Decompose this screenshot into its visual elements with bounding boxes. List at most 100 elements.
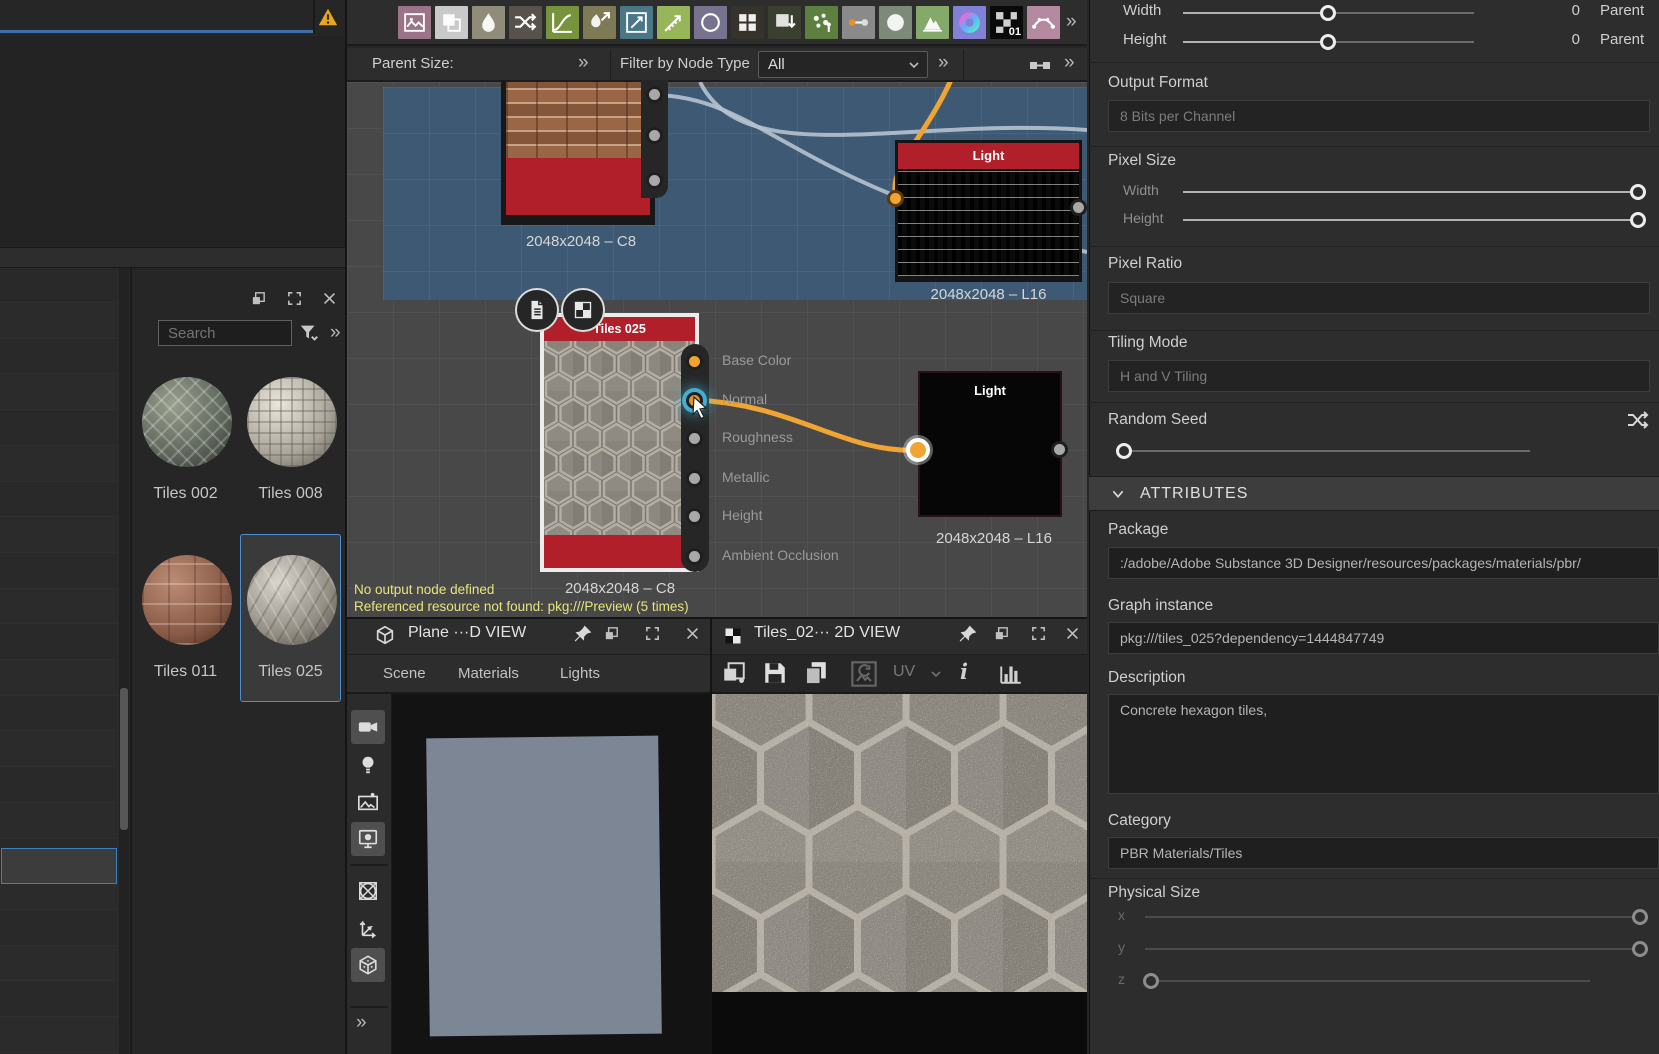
toolbar-icon-warp[interactable] <box>620 6 653 39</box>
prop-height-slider[interactable] <box>1183 41 1474 43</box>
output-port-roughness[interactable] <box>686 430 703 447</box>
toolbar-icon-blur[interactable] <box>472 6 505 39</box>
explorer-row[interactable] <box>0 589 118 624</box>
toolbar-icon-directional-blur[interactable] <box>583 6 616 39</box>
toolbar-icon-transform[interactable] <box>657 6 690 39</box>
filter-overflow[interactable]: » <box>938 52 947 74</box>
view3d-viewport[interactable] <box>392 694 710 1054</box>
explorer-row[interactable] <box>0 518 118 553</box>
library-item-tiles-025[interactable]: Tiles 025 <box>240 534 341 702</box>
toolbar-icon-curve-editor[interactable] <box>1027 6 1060 39</box>
explorer-row[interactable] <box>0 375 118 410</box>
view3d-float-button[interactable] <box>603 625 620 642</box>
toolbar-icon-blend[interactable] <box>435 6 468 39</box>
explorer-row[interactable] <box>0 696 118 731</box>
library-item-tiles-011[interactable]: Tiles 011 <box>135 534 236 702</box>
uv-dropdown[interactable]: UV <box>893 663 915 681</box>
explorer-row[interactable] <box>0 661 118 696</box>
prop-width-slider[interactable] <box>1183 12 1474 14</box>
output-format-field[interactable]: 8 Bits per Channel <box>1108 100 1650 132</box>
view2d-float-button[interactable] <box>993 625 1010 642</box>
prop-height-value[interactable]: 0 <box>1540 31 1580 48</box>
library-close-button[interactable] <box>321 290 338 307</box>
explorer-row[interactable] <box>0 768 118 803</box>
new-view-icon[interactable] <box>721 660 747 686</box>
output-port[interactable] <box>646 127 663 144</box>
view3d-toolbar-overflow[interactable]: » <box>356 1012 365 1034</box>
output-port[interactable] <box>646 172 663 189</box>
parent-size-overflow[interactable]: » <box>578 52 587 74</box>
explorer-row[interactable] <box>0 911 118 946</box>
node-tiles-025[interactable]: Tiles 025 <box>540 313 699 572</box>
category-field[interactable]: PBR Materials/Tiles <box>1108 837 1659 869</box>
view2d-maximize-button[interactable] <box>1030 625 1047 642</box>
toolbar-icon-uniform-color[interactable] <box>398 6 431 39</box>
output-port[interactable] <box>646 86 663 103</box>
explorer-row[interactable] <box>0 804 118 839</box>
save-icon[interactable] <box>762 660 788 686</box>
pixel-ratio-field[interactable]: Square <box>1108 282 1650 314</box>
resource-bitmap-button[interactable] <box>561 288 605 332</box>
explorer-scrollbar[interactable] <box>119 268 129 1054</box>
wireframe-sphere-button[interactable] <box>351 874 385 908</box>
top-left-input[interactable] <box>0 0 313 33</box>
explorer-row[interactable] <box>0 732 118 767</box>
histogram-icon[interactable] <box>998 660 1024 686</box>
scrollbar-thumb[interactable] <box>120 688 128 830</box>
mesh-cube-button[interactable] <box>351 948 385 982</box>
link-nodes-icon[interactable] <box>1028 54 1052 78</box>
warning-icon[interactable] <box>317 6 339 28</box>
environment-button[interactable] <box>351 785 385 819</box>
output-port-metallic[interactable] <box>686 470 703 487</box>
library-maximize-button[interactable] <box>286 290 303 307</box>
explorer-row[interactable] <box>0 411 118 446</box>
toolbar-icon-tile-sampler[interactable] <box>731 6 764 39</box>
node-type-dropdown[interactable]: All <box>758 51 928 78</box>
toolbar-icon-shape-mapper[interactable] <box>879 6 912 39</box>
library-item-tiles-002[interactable]: Tiles 002 <box>135 356 236 524</box>
view2d-viewport[interactable] <box>712 694 1087 992</box>
prop-height-mode[interactable]: Parent <box>1600 31 1644 48</box>
toolbar-icon-hsl[interactable] <box>953 6 986 39</box>
pixel-height-slider[interactable] <box>1183 219 1645 221</box>
tab-scene[interactable]: Scene <box>383 665 426 682</box>
input-port-highlight[interactable] <box>906 438 930 462</box>
tiling-mode-field[interactable]: H and V Tiling <box>1108 360 1650 392</box>
toolbar-icon-curve[interactable] <box>546 6 579 39</box>
output-port-ambient-occlusion[interactable] <box>686 548 703 565</box>
output-port-base-color[interactable] <box>686 353 703 370</box>
input-port-connected[interactable] <box>887 190 904 207</box>
output-port-height[interactable] <box>686 508 703 525</box>
toolbar-overflow-chevron[interactable]: » <box>1066 11 1075 33</box>
toolbar-icon-histogram-range[interactable] <box>916 6 949 39</box>
node-light-top[interactable]: Light <box>895 140 1082 282</box>
explorer-row[interactable] <box>0 1018 118 1053</box>
toolbar-icon-gradient-map[interactable] <box>768 6 801 39</box>
explorer-row[interactable] <box>0 304 118 339</box>
view3d-close-button[interactable] <box>684 625 701 642</box>
toolbar-icon-directional-warp[interactable] <box>509 6 542 39</box>
export-image-icon[interactable] <box>850 660 878 688</box>
prop-width-mode[interactable]: Parent <box>1600 2 1644 19</box>
explorer-row[interactable] <box>0 625 118 660</box>
prop-width-value[interactable]: 0 <box>1540 2 1580 19</box>
description-textarea[interactable]: Concrete hexagon tiles, <box>1108 694 1659 794</box>
explorer-row[interactable] <box>0 268 118 303</box>
axes-button[interactable] <box>351 911 385 945</box>
toolbar-icon-splatter[interactable] <box>805 6 838 39</box>
light-bulb-button[interactable] <box>351 748 385 782</box>
explorer-selected-row[interactable] <box>1 848 117 884</box>
camera-button[interactable] <box>351 710 385 744</box>
random-seed-slider[interactable] <box>1118 450 1530 452</box>
search-input[interactable] <box>158 320 292 346</box>
library-item-tiles-008[interactable]: Tiles 008 <box>240 356 341 524</box>
graph-instance-field[interactable]: pkg:///tiles_025?dependency=1444847749 <box>1108 622 1659 654</box>
library-float-button[interactable] <box>250 290 267 307</box>
copy-icon[interactable] <box>803 660 829 686</box>
uv-chevron-down-icon[interactable] <box>928 666 944 682</box>
pixel-width-slider[interactable] <box>1183 191 1645 193</box>
package-field[interactable]: :/adobe/Adobe Substance 3D Designer/reso… <box>1108 547 1659 579</box>
pin-icon[interactable] <box>573 624 593 644</box>
library-overflow-chevron[interactable]: » <box>330 322 339 344</box>
filter-funnel-icon[interactable] <box>298 322 320 344</box>
